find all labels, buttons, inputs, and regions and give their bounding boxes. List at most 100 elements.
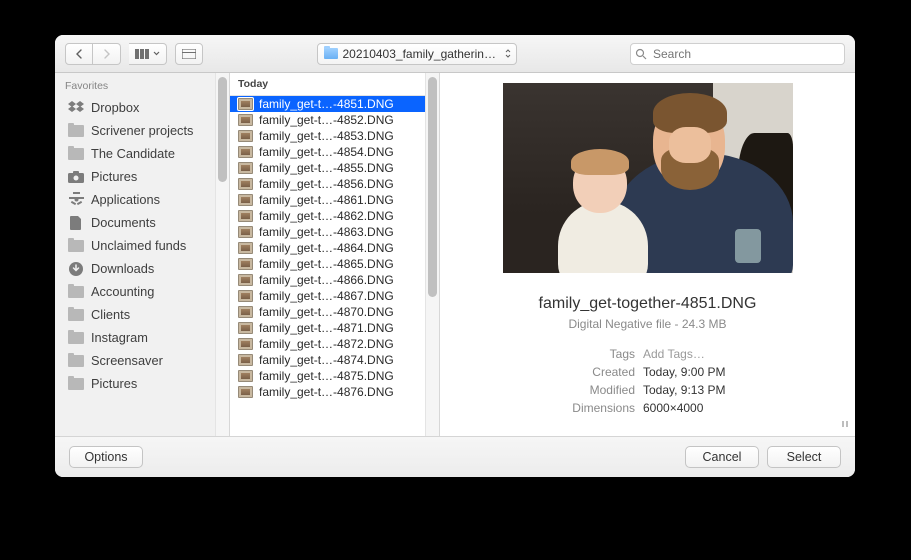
folder-icon (67, 123, 85, 139)
search-field-wrap (630, 43, 845, 65)
file-name: family_get-t…-4861.DNG (259, 193, 394, 207)
sidebar-scrollbar[interactable] (215, 73, 229, 436)
sidebar-item-label: Pictures (91, 376, 137, 391)
file-row[interactable]: family_get-t…-4871.DNG (230, 320, 439, 336)
thumbnail-icon (238, 370, 253, 382)
file-name: family_get-t…-4871.DNG (259, 321, 394, 335)
file-row[interactable]: family_get-t…-4876.DNG (230, 384, 439, 400)
sidebar-item-pictures[interactable]: Pictures (55, 165, 229, 188)
thumbnail-icon (238, 338, 253, 350)
group-icon (182, 49, 196, 59)
sidebar-item-label: Downloads (91, 261, 154, 276)
folder-icon (67, 284, 85, 300)
sidebar-item-downloads[interactable]: Downloads (55, 257, 229, 280)
sidebar-item-unclaimed-funds[interactable]: Unclaimed funds (55, 234, 229, 257)
file-name: family_get-t…-4876.DNG (259, 385, 394, 399)
doc-icon (67, 215, 85, 231)
filelist-scrollbar[interactable] (425, 73, 439, 436)
forward-button[interactable] (93, 43, 121, 65)
thumbnail-icon (238, 242, 253, 254)
thumbnail-icon (238, 130, 253, 142)
file-list: Today family_get-t…-4851.DNG family_get-t… (230, 73, 440, 436)
view-columns-button[interactable] (129, 43, 167, 65)
created-label: Created (460, 365, 635, 379)
file-name: family_get-t…-4853.DNG (259, 129, 394, 143)
folder-icon (67, 353, 85, 369)
sidebar-item-documents[interactable]: Documents (55, 211, 229, 234)
thumbnail-icon (238, 322, 253, 334)
sidebar-item-the-candidate[interactable]: The Candidate (55, 142, 229, 165)
back-button[interactable] (65, 43, 93, 65)
search-icon (635, 47, 647, 65)
file-row[interactable]: family_get-t…-4863.DNG (230, 224, 439, 240)
sidebar-item-accounting[interactable]: Accounting (55, 280, 229, 303)
preview-image (503, 83, 793, 273)
sidebar-heading: Favorites (55, 73, 229, 96)
folder-icon (67, 330, 85, 346)
file-name: family_get-t…-4851.DNG (259, 97, 394, 111)
thumbnail-icon (238, 274, 253, 286)
file-row[interactable]: family_get-t…-4855.DNG (230, 160, 439, 176)
file-row[interactable]: family_get-t…-4862.DNG (230, 208, 439, 224)
file-row[interactable]: family_get-t…-4864.DNG (230, 240, 439, 256)
resize-handle-icon[interactable] (841, 418, 851, 432)
sidebar-item-dropbox[interactable]: Dropbox (55, 96, 229, 119)
sidebar-item-label: Scrivener projects (91, 123, 193, 138)
sidebar-item-scrivener-projects[interactable]: Scrivener projects (55, 119, 229, 142)
search-input[interactable] (630, 43, 845, 65)
tags-label: Tags (460, 347, 635, 361)
dialog-body: Favorites Dropbox Scrivener projects The C… (55, 73, 855, 437)
sidebar-item-applications[interactable]: Applications (55, 188, 229, 211)
sidebar-item-instagram[interactable]: Instagram (55, 326, 229, 349)
file-name: family_get-t…-4855.DNG (259, 161, 394, 175)
folder-selector[interactable]: 20210403_family_gatherin… (317, 43, 517, 65)
preview-subtitle: Digital Negative file - 24.3 MB (568, 317, 726, 331)
dimensions-value: 6000×4000 (643, 401, 835, 415)
file-row[interactable]: family_get-t…-4875.DNG (230, 368, 439, 384)
folder-icon (67, 376, 85, 392)
file-name: family_get-t…-4865.DNG (259, 257, 394, 271)
chevron-right-icon (103, 49, 111, 59)
sidebar: Favorites Dropbox Scrivener projects The C… (55, 73, 230, 436)
file-row[interactable]: family_get-t…-4866.DNG (230, 272, 439, 288)
file-name: family_get-t…-4856.DNG (259, 177, 394, 191)
cancel-button[interactable]: Cancel (685, 446, 759, 468)
updown-icon (505, 49, 511, 58)
sidebar-item-label: Applications (91, 192, 160, 207)
toolbar: 20210403_family_gatherin… (55, 35, 855, 73)
camera-icon (67, 169, 85, 185)
file-row[interactable]: family_get-t…-4851.DNG (230, 96, 439, 112)
file-row[interactable]: family_get-t…-4870.DNG (230, 304, 439, 320)
file-name: family_get-t…-4875.DNG (259, 369, 394, 383)
columns-icon (135, 49, 149, 59)
file-name: family_get-t…-4863.DNG (259, 225, 394, 239)
file-row[interactable]: family_get-t…-4874.DNG (230, 352, 439, 368)
sidebar-item-label: Pictures (91, 169, 137, 184)
sidebar-item-clients[interactable]: Clients (55, 303, 229, 326)
sidebar-item-screensaver[interactable]: Screensaver (55, 349, 229, 372)
select-button[interactable]: Select (767, 446, 841, 468)
file-row[interactable]: family_get-t…-4854.DNG (230, 144, 439, 160)
file-row[interactable]: family_get-t…-4856.DNG (230, 176, 439, 192)
file-row[interactable]: family_get-t…-4852.DNG (230, 112, 439, 128)
file-name: family_get-t…-4870.DNG (259, 305, 394, 319)
preview-metadata: Tags Add Tags… Created Today, 9:00 PM Mo… (440, 347, 855, 415)
file-name: family_get-t…-4852.DNG (259, 113, 394, 127)
file-row[interactable]: family_get-t…-4853.DNG (230, 128, 439, 144)
created-value: Today, 9:00 PM (643, 365, 835, 379)
preview-pane: family_get-together-4851.DNG Digital Neg… (440, 73, 855, 436)
file-row[interactable]: family_get-t…-4872.DNG (230, 336, 439, 352)
folder-icon (67, 146, 85, 162)
group-by-button[interactable] (175, 43, 203, 65)
thumbnail-icon (238, 354, 253, 366)
options-button[interactable]: Options (69, 446, 143, 468)
tags-value[interactable]: Add Tags… (643, 347, 835, 361)
sidebar-item-pictures[interactable]: Pictures (55, 372, 229, 395)
file-row[interactable]: family_get-t…-4861.DNG (230, 192, 439, 208)
file-list-heading: Today (230, 73, 439, 96)
file-row[interactable]: family_get-t…-4865.DNG (230, 256, 439, 272)
view-mode-group (129, 43, 167, 65)
file-name: family_get-t…-4874.DNG (259, 353, 394, 367)
thumbnail-icon (238, 146, 253, 158)
file-row[interactable]: family_get-t…-4867.DNG (230, 288, 439, 304)
